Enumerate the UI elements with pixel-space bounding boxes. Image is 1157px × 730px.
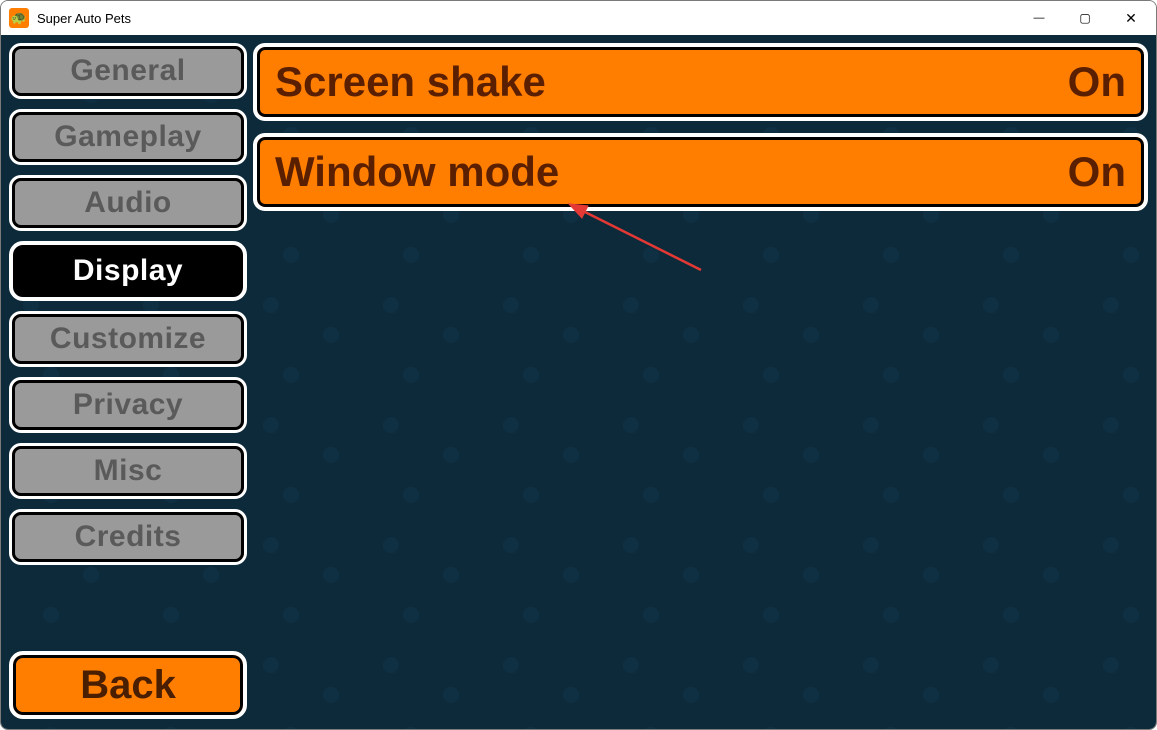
back-label: Back	[80, 663, 176, 708]
tab-display[interactable]: Display	[9, 241, 247, 301]
setting-screen-shake[interactable]: Screen shake On	[253, 43, 1148, 121]
tab-label: Customize	[50, 322, 206, 356]
settings-sidebar: General Gameplay Audio Display Customize…	[9, 43, 247, 721]
titlebar: 🐢 Super Auto Pets — ▢ ✕	[1, 1, 1156, 35]
settings-content: Screen shake On Window mode On	[253, 43, 1148, 721]
setting-value: On	[1068, 148, 1126, 196]
maximize-button[interactable]: ▢	[1062, 1, 1108, 35]
tab-label: Privacy	[73, 388, 183, 422]
setting-label: Screen shake	[275, 58, 546, 106]
tab-label: Gameplay	[54, 120, 201, 154]
tab-gameplay[interactable]: Gameplay	[9, 109, 247, 165]
close-button[interactable]: ✕	[1108, 1, 1154, 35]
window-controls: — ▢ ✕	[1016, 1, 1154, 35]
setting-window-mode[interactable]: Window mode On	[253, 133, 1148, 211]
minimize-button[interactable]: —	[1016, 1, 1062, 35]
tab-label: Misc	[94, 454, 163, 488]
app-icon: 🐢	[9, 8, 29, 28]
tab-audio[interactable]: Audio	[9, 175, 247, 231]
setting-label: Window mode	[275, 148, 559, 196]
app-window: 🐢 Super Auto Pets — ▢ ✕ General Gameplay…	[0, 0, 1157, 730]
tab-label: Display	[73, 254, 183, 288]
game-area: General Gameplay Audio Display Customize…	[1, 35, 1156, 729]
tab-label: Audio	[84, 186, 171, 220]
tab-privacy[interactable]: Privacy	[9, 377, 247, 433]
tab-customize[interactable]: Customize	[9, 311, 247, 367]
back-button[interactable]: Back	[9, 651, 247, 719]
tab-general[interactable]: General	[9, 43, 247, 99]
tab-misc[interactable]: Misc	[9, 443, 247, 499]
tab-label: General	[70, 54, 185, 88]
setting-value: On	[1068, 58, 1126, 106]
tab-credits[interactable]: Credits	[9, 509, 247, 565]
tab-label: Credits	[75, 520, 182, 554]
window-title: Super Auto Pets	[37, 11, 1016, 26]
sidebar-spacer	[9, 575, 247, 641]
